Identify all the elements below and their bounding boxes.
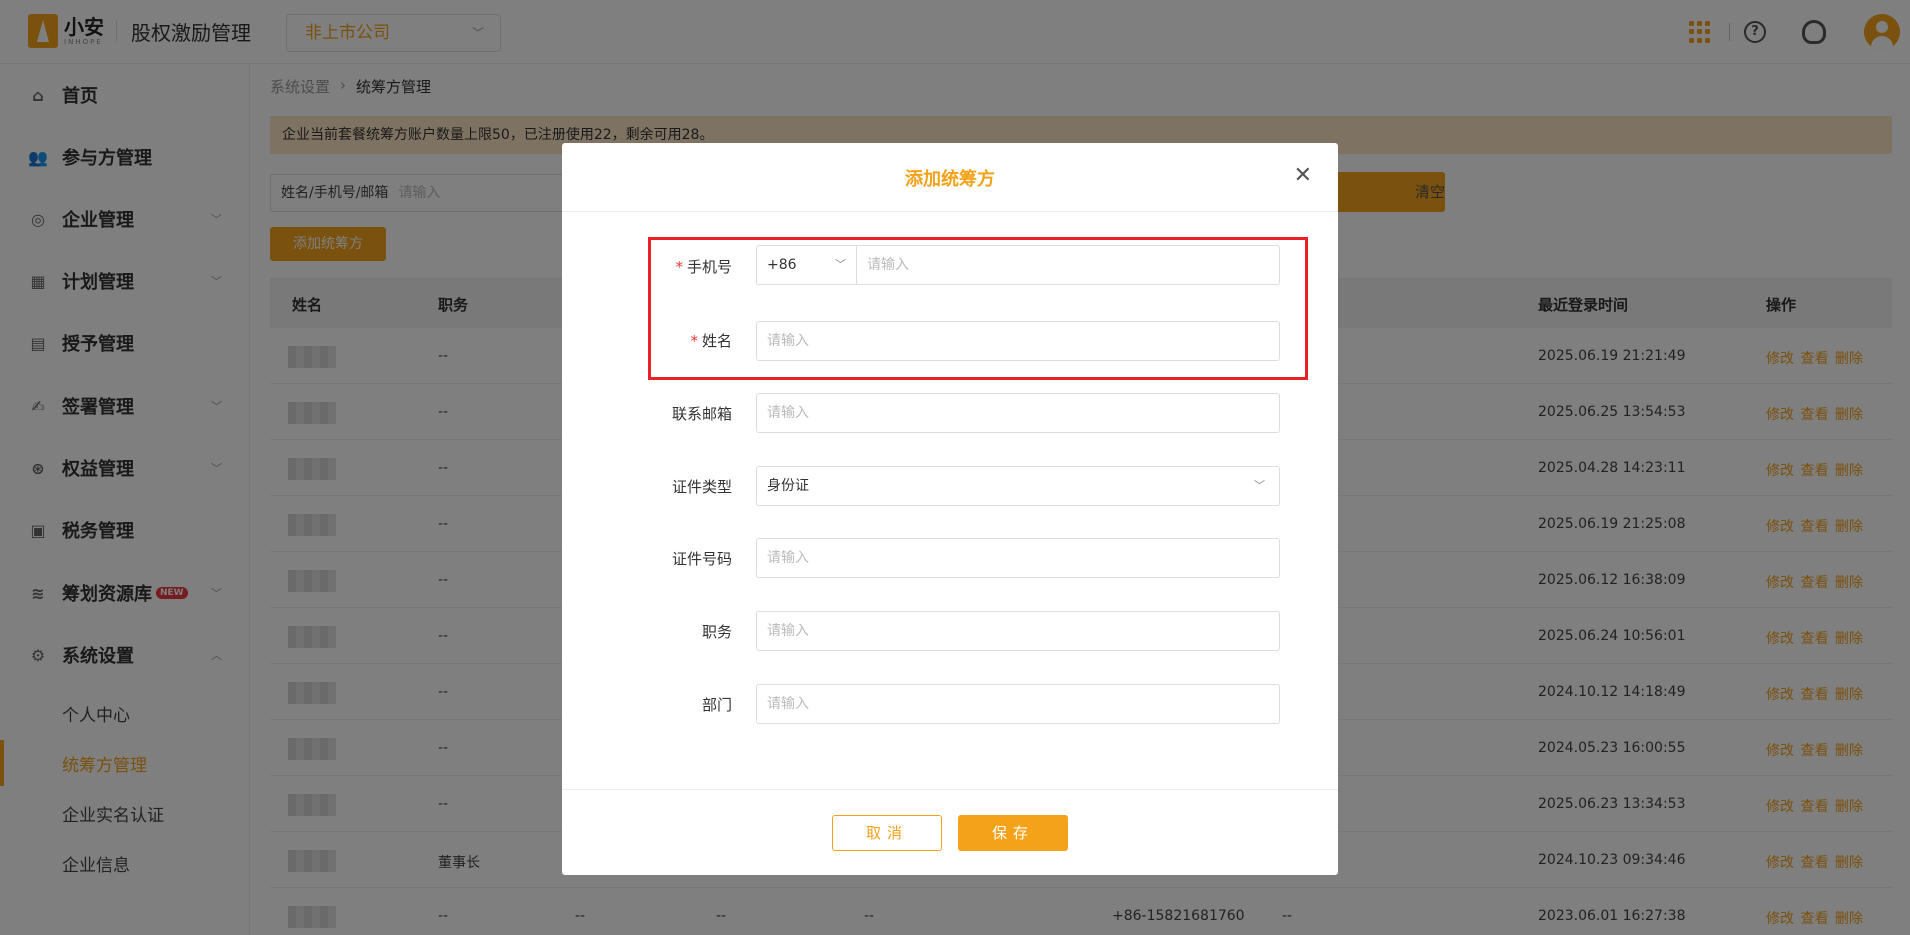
save-button[interactable]: 保存 [958,815,1068,851]
email-label: 联系邮箱 [671,405,732,423]
dialog-header-divider [562,211,1338,212]
dialog-footer-divider [562,789,1338,790]
chevron-down-icon: ﹀ [1254,479,1265,492]
department-label: 部门 [701,696,732,714]
id-number-input[interactable]: 请输入 [756,538,1280,578]
id-type-label: 证件类型 [671,478,732,496]
required-fields-highlight [648,237,1308,380]
cancel-button[interactable]: 取消 [832,815,942,851]
id-type-value: 身份证 [767,478,809,494]
add-coordinator-dialog: 添加统筹方 ✕ * 手机号 +86 ﹀ 请输入 * 姓名 请输入 联系邮箱 请输入 … [562,143,1338,875]
position-input[interactable]: 请输入 [756,611,1280,651]
id-number-label: 证件号码 [671,550,732,568]
email-input[interactable]: 请输入 [756,393,1280,433]
close-icon[interactable]: ✕ [1294,163,1312,188]
department-input[interactable]: 请输入 [756,684,1280,724]
dialog-title: 添加统筹方 [905,169,995,190]
id-type-select[interactable]: 身份证 ﹀ [756,466,1280,506]
position-label: 职务 [701,623,732,641]
